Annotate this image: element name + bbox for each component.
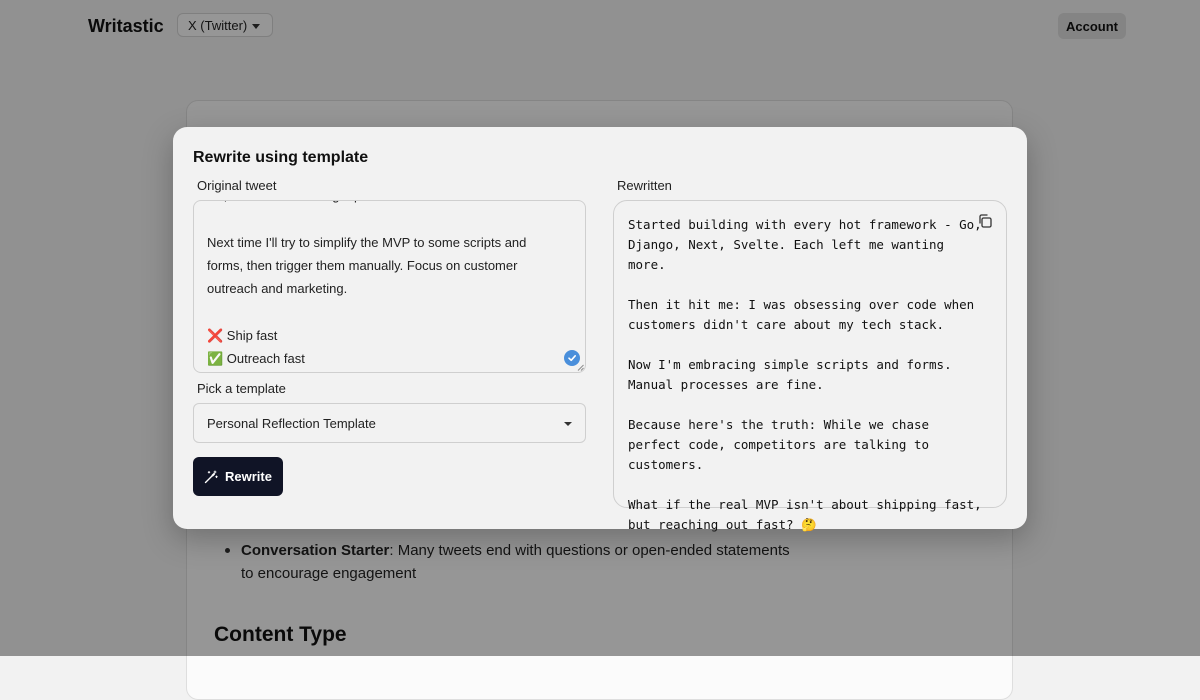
rewrite-button[interactable]: Rewrite xyxy=(193,457,283,496)
chevron-down-icon xyxy=(564,422,572,426)
rewritten-output: Started building with every hot framewor… xyxy=(613,200,1007,532)
resize-handle-icon[interactable] xyxy=(577,364,584,371)
original-tweet-text: No, I'm tired of seeking a perfect tech … xyxy=(207,201,527,367)
template-select-value: Personal Reflection Template xyxy=(207,415,376,431)
template-select[interactable]: Personal Reflection Template xyxy=(193,403,586,443)
copy-icon[interactable] xyxy=(977,213,993,229)
rewritten-text: Started building with every hot framewor… xyxy=(628,217,982,532)
rewritten-label: Rewritten xyxy=(617,178,672,193)
rewrite-button-label: Rewrite xyxy=(225,469,272,484)
rewrite-modal: Rewrite using template Original tweet No… xyxy=(173,127,1027,532)
modal-title: Rewrite using template xyxy=(193,149,369,166)
magic-wand-icon xyxy=(204,470,218,483)
original-tweet-textarea[interactable]: No, I'm tired of seeking a perfect tech … xyxy=(193,200,586,373)
template-label: Pick a template xyxy=(197,381,286,396)
original-tweet-label: Original tweet xyxy=(197,178,277,193)
